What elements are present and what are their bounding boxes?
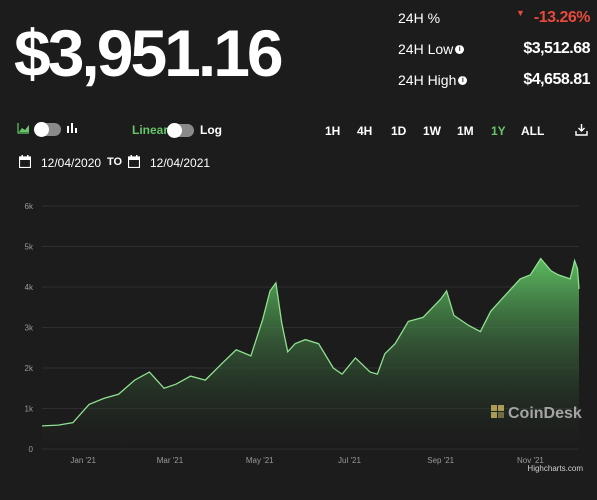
- x-tick-label: Sep '21: [427, 456, 454, 465]
- low-label-text: 24H Low: [398, 41, 454, 57]
- start-date-input[interactable]: 12/04/2020: [41, 156, 101, 170]
- x-tick-label: Jan '21: [70, 456, 96, 465]
- log-scale-label[interactable]: Log: [200, 123, 222, 137]
- toggle-knob: [34, 122, 49, 137]
- area-chart-icon[interactable]: [17, 122, 30, 134]
- current-price: $3,951.16: [14, 16, 284, 90]
- low-value: $3,512.68: [523, 40, 590, 57]
- down-arrow-icon: ▼: [516, 8, 525, 18]
- range-1y-button[interactable]: 1Y: [491, 124, 506, 138]
- high-label-text: 24H High: [398, 72, 457, 88]
- range-1w-button[interactable]: 1W: [423, 124, 441, 138]
- y-tick-label: 4k: [25, 283, 34, 292]
- info-icon[interactable]: i: [458, 75, 468, 85]
- toggle-knob: [167, 123, 182, 138]
- info-icon[interactable]: i: [455, 44, 465, 54]
- calendar-icon[interactable]: [128, 155, 140, 168]
- range-1h-button[interactable]: 1H: [325, 124, 340, 138]
- y-tick-label: 3k: [25, 324, 34, 333]
- x-tick-label: Mar '21: [157, 456, 184, 465]
- x-tick-label: Jul '21: [338, 456, 361, 465]
- change-value: -13.26%: [533, 9, 591, 26]
- price-chart[interactable]: 0 1k 2k 3k 4k 5k 6k Jan '21 Mar '21 May '21 Jul '2…: [0, 190, 597, 480]
- range-4h-button[interactable]: 4H: [357, 124, 372, 138]
- range-all-button[interactable]: ALL: [521, 124, 544, 138]
- to-label: TO: [107, 156, 123, 168]
- change-label: 24H %: [398, 10, 440, 26]
- high-value: $4,658.81: [523, 71, 590, 88]
- bar-chart-icon[interactable]: [67, 123, 77, 133]
- high-label: 24H High i: [398, 72, 468, 88]
- end-date-input[interactable]: 12/04/2021: [150, 156, 210, 170]
- y-tick-label: 0: [29, 445, 34, 454]
- highcharts-credit[interactable]: Highcharts.com: [527, 464, 583, 473]
- linear-scale-label[interactable]: Linear: [132, 123, 168, 137]
- low-label: 24H Low i: [398, 41, 465, 57]
- range-1d-button[interactable]: 1D: [391, 124, 406, 138]
- y-tick-label: 2k: [25, 364, 34, 373]
- y-tick-label: 5k: [25, 243, 34, 252]
- range-1m-button[interactable]: 1M: [457, 124, 474, 138]
- chart-type-toggle[interactable]: [34, 122, 61, 137]
- watermark-text: CoinDesk: [508, 405, 582, 422]
- x-tick-label: May '21: [246, 456, 274, 465]
- y-tick-label: 1k: [25, 405, 34, 414]
- y-tick-label: 6k: [25, 202, 34, 211]
- change-label-text: 24H %: [398, 10, 441, 26]
- calendar-icon[interactable]: [19, 155, 31, 168]
- scale-toggle[interactable]: [167, 123, 194, 138]
- download-icon[interactable]: [575, 123, 588, 136]
